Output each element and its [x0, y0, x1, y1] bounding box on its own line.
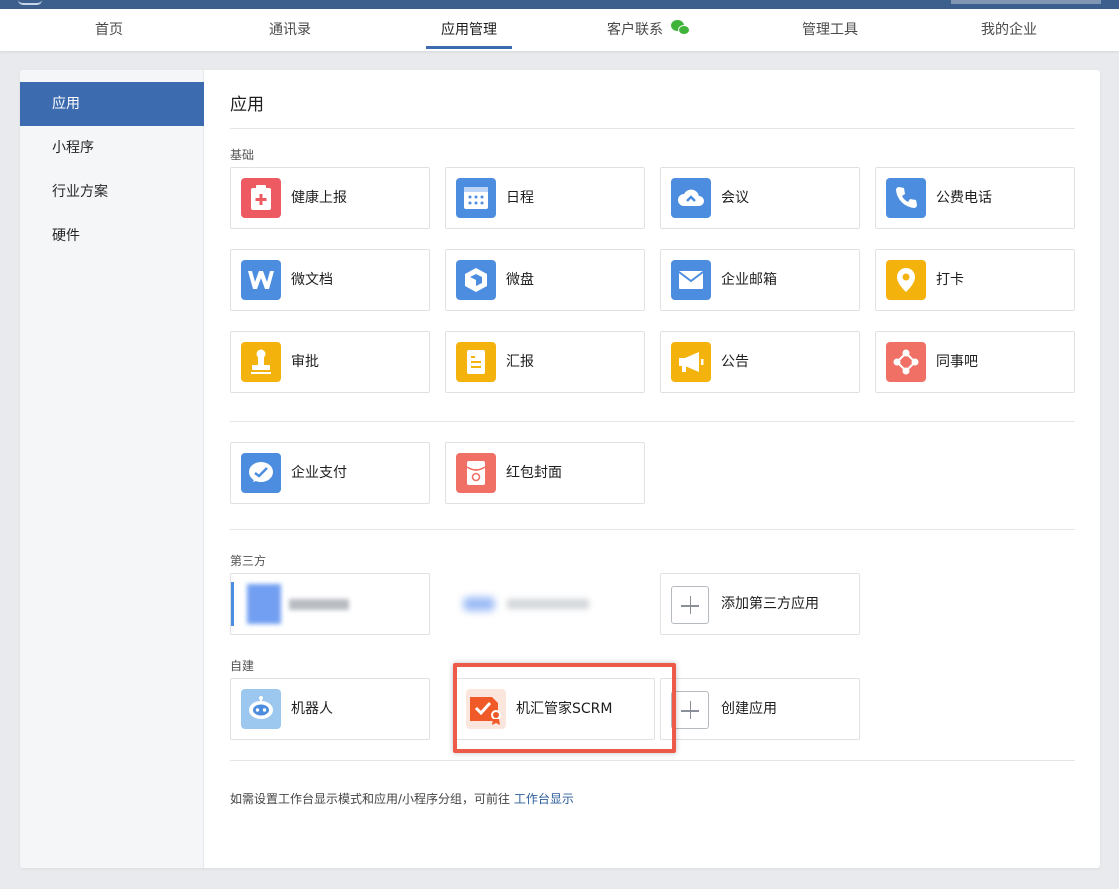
mail-icon	[671, 260, 711, 300]
app-card-announcement[interactable]: 公告	[660, 331, 860, 393]
app-card-report[interactable]: 汇报	[445, 331, 645, 393]
location-pin-icon	[886, 260, 926, 300]
user-info[interactable]	[951, 0, 1101, 4]
redacted-app-name	[289, 599, 349, 610]
redacted-accent	[231, 582, 234, 626]
main-panel: 应用 小程序 行业方案 硬件 应用 基础 健康上报 日程 会议 公费电话 微文档…	[20, 70, 1100, 868]
app-label: 微文档	[291, 272, 333, 288]
redacted-app-name	[507, 599, 589, 609]
page-title: 应用	[230, 95, 264, 115]
nav-item-contacts[interactable]: 通讯录	[256, 9, 324, 51]
section-label-basic: 基础	[230, 148, 255, 162]
app-label: 红包封面	[506, 465, 562, 481]
app-label: 微盘	[506, 272, 534, 288]
nav-item-customer-contact[interactable]: 客户联系	[600, 9, 698, 51]
phone-icon	[886, 178, 926, 218]
sidebar: 应用 小程序 行业方案 硬件	[20, 70, 204, 868]
app-label: 汇报	[506, 354, 534, 370]
logo	[18, 0, 42, 5]
content-area: 应用 基础 健康上报 日程 会议 公费电话 微文档 微盘 企业邮箱 打卡 审批 …	[230, 70, 1075, 868]
divider	[230, 128, 1075, 129]
add-third-party-app-label: 添加第三方应用	[721, 596, 819, 612]
health-report-icon	[241, 178, 281, 218]
sidebar-item-apps[interactable]: 应用	[20, 82, 204, 126]
nav-item-my-enterprise[interactable]: 我的企业	[966, 9, 1052, 51]
app-card-third-party-redacted[interactable]	[445, 573, 645, 635]
create-app-button[interactable]: 创建应用	[660, 678, 860, 740]
app-label: 机汇管家SCRM	[516, 701, 613, 717]
footnote-text: 如需设置工作台显示模式和应用/小程序分组，可前往	[230, 792, 514, 806]
top-bar	[0, 0, 1119, 9]
app-label: 打卡	[936, 272, 964, 288]
app-label: 公费电话	[936, 190, 992, 206]
nav-item-customer-contact-label: 客户联系	[607, 22, 663, 38]
divider	[230, 760, 1075, 761]
app-card-meeting[interactable]: 会议	[660, 167, 860, 229]
nav-item-app-management[interactable]: 应用管理	[426, 9, 512, 51]
sidebar-item-hardware[interactable]: 硬件	[20, 214, 204, 258]
nav-item-home[interactable]: 首页	[80, 9, 138, 51]
report-icon	[456, 342, 496, 382]
divider	[230, 529, 1075, 530]
plus-icon	[671, 586, 709, 624]
section-label-third-party: 第三方	[230, 554, 267, 568]
drive-icon	[456, 260, 496, 300]
redacted-app-icon	[463, 597, 495, 611]
nav-item-management-tools[interactable]: 管理工具	[788, 9, 872, 51]
sidebar-item-industry-solutions[interactable]: 行业方案	[20, 170, 204, 214]
app-card-scrm[interactable]: 机汇管家SCRM	[455, 678, 655, 740]
app-card-third-party-redacted[interactable]	[230, 573, 430, 635]
app-card-red-packet-cover[interactable]: 红包封面	[445, 442, 645, 504]
app-label: 企业支付	[291, 465, 347, 481]
app-card-calendar[interactable]: 日程	[445, 167, 645, 229]
app-card-enterprise-pay[interactable]: 企业支付	[230, 442, 430, 504]
app-label: 日程	[506, 190, 534, 206]
pay-icon	[241, 453, 281, 493]
app-label: 会议	[721, 190, 749, 206]
scrm-badge-icon	[466, 689, 506, 729]
app-card-approval[interactable]: 审批	[230, 331, 430, 393]
app-label: 审批	[291, 354, 319, 370]
section-label-custom: 自建	[230, 659, 255, 673]
divider	[230, 421, 1075, 422]
red-packet-icon	[456, 453, 496, 493]
calendar-icon	[456, 178, 496, 218]
add-third-party-app-button[interactable]: 添加第三方应用	[660, 573, 860, 635]
app-card-colleagues[interactable]: 同事吧	[875, 331, 1075, 393]
app-label: 健康上报	[291, 190, 347, 206]
megaphone-icon	[671, 342, 711, 382]
app-label: 企业邮箱	[721, 272, 777, 288]
app-label: 公告	[721, 354, 749, 370]
app-label: 同事吧	[936, 354, 978, 370]
robot-icon	[241, 689, 281, 729]
stamp-icon	[241, 342, 281, 382]
footnote: 如需设置工作台显示模式和应用/小程序分组，可前往 工作台显示	[230, 790, 574, 807]
redacted-app-icon	[247, 584, 281, 624]
workbench-display-link[interactable]: 工作台显示	[514, 792, 574, 806]
app-card-checkin[interactable]: 打卡	[875, 249, 1075, 311]
plus-icon	[671, 691, 709, 729]
cloud-meeting-icon	[671, 178, 711, 218]
app-card-doc[interactable]: 微文档	[230, 249, 430, 311]
main-nav: 首页 通讯录 应用管理 客户联系 管理工具 我的企业	[0, 9, 1119, 51]
app-card-robot[interactable]: 机器人	[230, 678, 430, 740]
app-card-health-report[interactable]: 健康上报	[230, 167, 430, 229]
network-icon	[886, 342, 926, 382]
app-card-drive[interactable]: 微盘	[445, 249, 645, 311]
app-card-phone[interactable]: 公费电话	[875, 167, 1075, 229]
create-app-label: 创建应用	[721, 701, 777, 717]
app-card-mail[interactable]: 企业邮箱	[660, 249, 860, 311]
app-label: 机器人	[291, 701, 333, 717]
wechat-icon	[671, 20, 691, 36]
doc-w-icon	[241, 260, 281, 300]
sidebar-item-mini-programs[interactable]: 小程序	[20, 126, 204, 170]
